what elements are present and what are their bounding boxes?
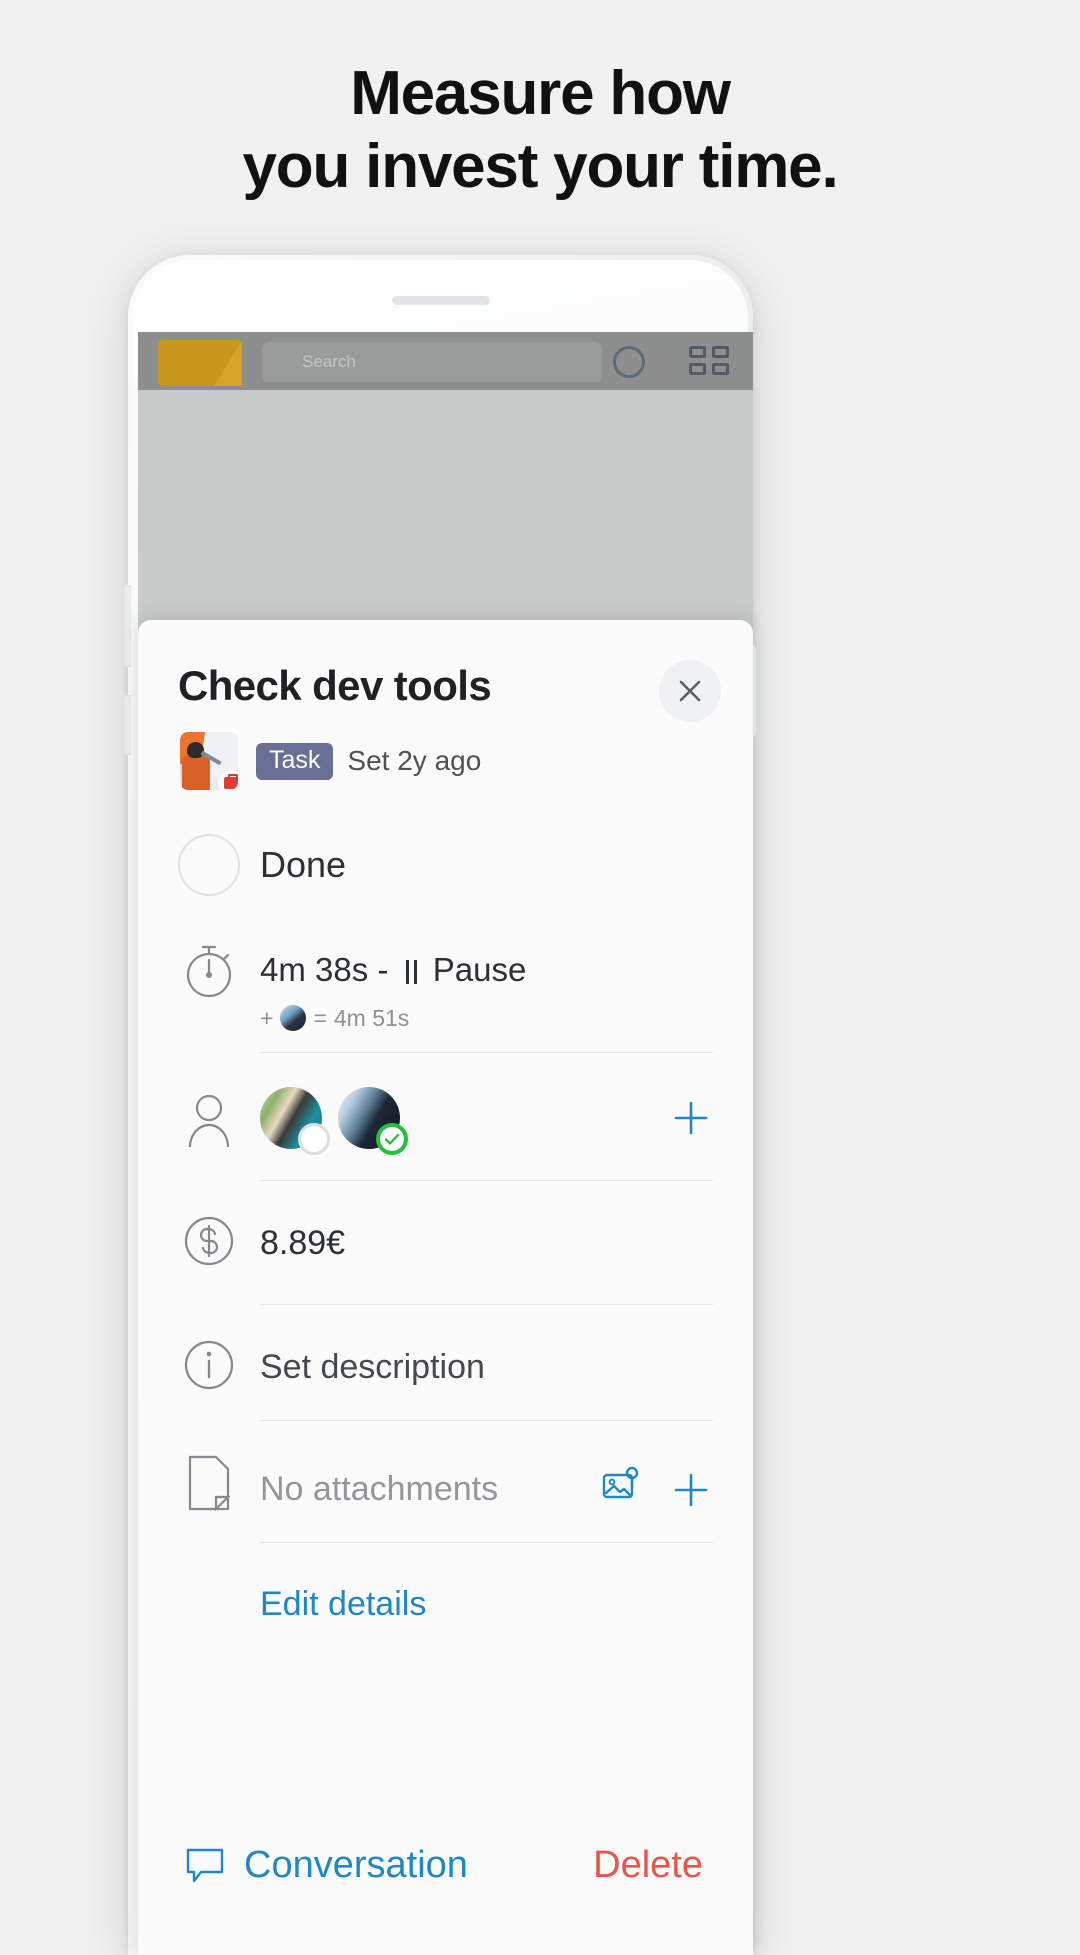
assignees-row[interactable] bbox=[138, 1065, 753, 1175]
divider bbox=[260, 1420, 713, 1421]
divider bbox=[260, 1542, 713, 1543]
timer-value-line: 4m 38s - Pause bbox=[260, 951, 526, 989]
timer-subtotal-row: + = 4m 51s bbox=[138, 998, 753, 1038]
divider bbox=[260, 1052, 713, 1053]
assignee-avatars bbox=[260, 1087, 408, 1155]
done-label: Done bbox=[260, 844, 347, 885]
description-content: Set description bbox=[260, 1348, 713, 1387]
status-badge: Task bbox=[256, 742, 334, 780]
app-background: Search bbox=[138, 332, 753, 632]
pause-icon[interactable] bbox=[403, 960, 419, 984]
empty-circle-icon bbox=[298, 1123, 330, 1155]
timer-subtotal: + = 4m 51s bbox=[260, 1005, 409, 1032]
close-button[interactable] bbox=[659, 660, 721, 722]
done-checkbox[interactable] bbox=[178, 834, 240, 896]
phone-mockup: Search Check dev tools Task Set 2y ago D… bbox=[124, 255, 757, 1955]
description-row[interactable]: Set description bbox=[138, 1316, 753, 1421]
image-attachment-icon bbox=[602, 1466, 639, 1499]
phone-screen: Search Check dev tools Task Set 2y ago D… bbox=[133, 260, 753, 1955]
person-outline-icon bbox=[178, 1091, 240, 1149]
add-assignee-button[interactable] bbox=[669, 1096, 713, 1140]
attachments-actions bbox=[601, 1466, 713, 1513]
timer-separator: - bbox=[377, 951, 389, 988]
task-detail-sheet: Check dev tools Task Set 2y ago Done 4m … bbox=[138, 620, 753, 1955]
headline-line-2: you invest your time. bbox=[242, 131, 839, 201]
timer-sub-equals: = bbox=[313, 1004, 327, 1031]
task-meta-row: Task Set 2y ago bbox=[180, 732, 481, 790]
conversation-label: Conversation bbox=[244, 1843, 468, 1886]
timer-subtotal-content: + = 4m 51s bbox=[260, 1005, 713, 1032]
info-circle-icon bbox=[178, 1336, 240, 1394]
phone-side-button-left-lower bbox=[124, 695, 131, 755]
page-title: Measure how you invest your time. bbox=[0, 58, 1080, 203]
sheet-footer: Conversation Delete bbox=[138, 1805, 753, 1955]
timer-row[interactable]: 4m 38s - Pause bbox=[138, 940, 753, 1000]
timer-sub-total: 4m 51s bbox=[333, 1004, 410, 1031]
empty-check-circle-icon bbox=[178, 834, 240, 896]
attachments-label: No attachments bbox=[260, 1470, 499, 1508]
plus-icon bbox=[674, 1473, 708, 1506]
conversation-button[interactable]: Conversation bbox=[184, 1844, 468, 1887]
headline-line-1: Measure how bbox=[350, 59, 731, 128]
done-row-content: Done bbox=[260, 844, 713, 886]
price-row[interactable]: 8.89€ bbox=[138, 1192, 753, 1297]
divider bbox=[260, 1304, 713, 1305]
close-icon bbox=[679, 680, 701, 702]
plus-icon bbox=[674, 1101, 708, 1135]
stopwatch-icon bbox=[178, 941, 240, 999]
attachments-content: No attachments bbox=[260, 1466, 713, 1513]
edit-details-link[interactable]: Edit details bbox=[260, 1585, 426, 1624]
phone-side-button-left-upper bbox=[124, 585, 131, 667]
project-thumbnail[interactable] bbox=[180, 732, 238, 790]
grid-view-icon[interactable] bbox=[689, 346, 729, 376]
price-content: 8.89€ bbox=[260, 1224, 713, 1263]
timer-elapsed: 4m 38s bbox=[260, 951, 369, 988]
folder-icon bbox=[158, 340, 242, 386]
search-input[interactable]: Search bbox=[262, 342, 602, 382]
briefcase-icon bbox=[218, 770, 238, 790]
dollar-circle-icon bbox=[178, 1212, 240, 1270]
image-attachment-button[interactable] bbox=[601, 1466, 643, 1513]
app-toolbar: Search bbox=[138, 332, 753, 390]
delete-button[interactable]: Delete bbox=[593, 1844, 703, 1887]
pause-label[interactable]: Pause bbox=[433, 951, 527, 988]
phone-speaker bbox=[391, 296, 490, 305]
search-placeholder: Search bbox=[302, 352, 356, 371]
member-avatar-mini bbox=[280, 1005, 307, 1031]
divider bbox=[260, 1180, 713, 1181]
price-value: 8.89€ bbox=[260, 1224, 346, 1262]
account-circle-icon[interactable] bbox=[613, 346, 645, 378]
timer-sub-prefix: + bbox=[260, 1004, 274, 1031]
timer-row-content: 4m 38s - Pause bbox=[260, 951, 713, 989]
task-title: Check dev tools bbox=[178, 662, 492, 709]
done-row[interactable]: Done bbox=[138, 820, 753, 910]
description-label: Set description bbox=[260, 1348, 485, 1386]
avatar[interactable] bbox=[260, 1087, 330, 1155]
add-attachment-button[interactable] bbox=[669, 1468, 713, 1512]
assignees-content bbox=[260, 1087, 713, 1155]
check-circle-icon bbox=[376, 1123, 408, 1155]
attachments-row[interactable]: No attachments bbox=[138, 1432, 753, 1542]
document-icon bbox=[178, 1454, 240, 1512]
avatar[interactable] bbox=[338, 1087, 408, 1155]
task-set-time: Set 2y ago bbox=[347, 745, 482, 776]
chat-bubble-icon bbox=[186, 1848, 224, 1883]
